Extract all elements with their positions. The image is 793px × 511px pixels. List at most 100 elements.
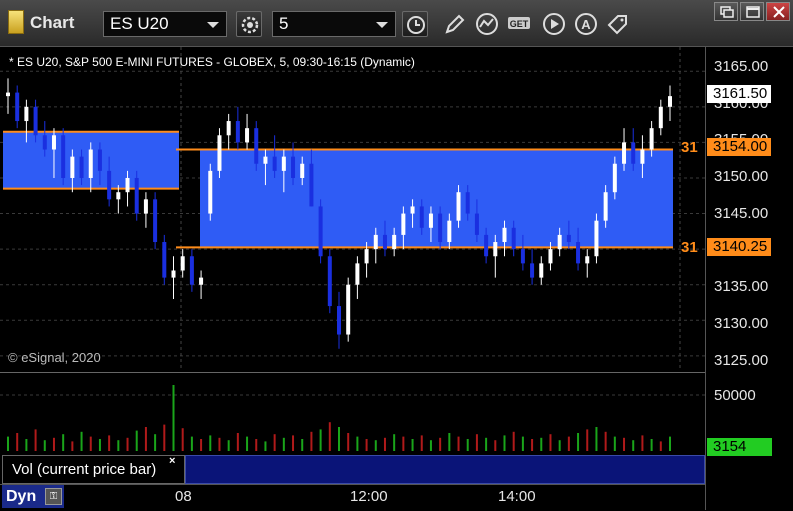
candle-body [548, 249, 553, 264]
lock-icon[interactable]: ⚿ [45, 488, 62, 505]
candle-body [235, 121, 240, 143]
interval-combo[interactable]: 5 [272, 11, 396, 37]
candle-body [245, 128, 250, 143]
candle-body [511, 227, 516, 250]
candle-body [502, 227, 507, 243]
candle-body [484, 234, 489, 257]
candle-body [668, 96, 672, 107]
candle-body [263, 156, 268, 164]
candle-body [42, 135, 47, 150]
candle-body [97, 149, 102, 171]
restore-icon[interactable] [714, 2, 738, 21]
candle-body [566, 234, 571, 243]
volume-study-label[interactable]: Vol (current price bar) [2, 455, 185, 484]
get-icon[interactable]: GET [506, 11, 532, 37]
candle-body [401, 213, 406, 235]
candle-body [557, 234, 562, 250]
volume-study-strip [185, 455, 705, 484]
close-icon[interactable] [766, 2, 790, 21]
candle-body [337, 306, 341, 335]
price-axis-tick: 3130.00 [714, 314, 769, 332]
candle-body [622, 142, 627, 164]
chevron-down-icon[interactable] [207, 22, 219, 28]
candle-body [153, 199, 158, 243]
candle-body [125, 177, 130, 193]
candle-body [51, 135, 56, 150]
candle-body [24, 106, 29, 122]
chart-header: * ES U20, S&P 500 E-MINI FUTURES - GLOBE… [9, 55, 415, 69]
candle-body [585, 256, 590, 264]
candle-body [419, 206, 424, 228]
candle-body [134, 177, 139, 214]
price-chart-canvas [0, 47, 705, 371]
level-high-label: 31 [681, 139, 698, 156]
close-study-icon[interactable]: × [169, 455, 175, 467]
candle-body [217, 135, 222, 171]
level-high-box: 3154.00 [707, 138, 771, 156]
study-icon[interactable] [474, 11, 500, 37]
price-axis-tick: 3165.00 [714, 58, 769, 75]
pencil-icon[interactable] [441, 11, 467, 37]
candle-body [6, 92, 10, 97]
maximize-icon[interactable] [740, 2, 764, 21]
candle-body [300, 163, 305, 178]
alert-icon[interactable]: A [573, 11, 599, 37]
volume-panel[interactable] [0, 372, 705, 456]
svg-text:GET: GET [510, 19, 529, 29]
candle-body [116, 192, 121, 200]
price-axis-tick: 3150.00 [714, 168, 769, 186]
candle-body [143, 199, 148, 214]
candle-body [327, 256, 332, 307]
candle-body [79, 156, 84, 178]
price-chart[interactable] [0, 47, 705, 371]
candle-body [70, 156, 75, 178]
current-price-box: 3161.50 [707, 85, 771, 103]
candle-body [658, 106, 663, 129]
candle-body [410, 206, 415, 214]
candle-body [309, 163, 314, 207]
current-zone [200, 149, 673, 248]
candle-body [33, 106, 38, 136]
volume-canvas [0, 385, 705, 451]
play-icon[interactable] [541, 11, 567, 37]
candle-body [346, 284, 351, 335]
price-axis-tick: 3145.00 [714, 204, 769, 222]
level-low-box: 3140.25 [707, 238, 771, 256]
candle-body [15, 92, 20, 122]
chevron-down-icon[interactable] [376, 22, 388, 28]
candle-body [373, 234, 378, 250]
volume-axis-tick: 50000 [714, 387, 756, 404]
candle-body [465, 192, 470, 214]
candle-body [208, 170, 213, 214]
candle-body [107, 170, 112, 200]
interval-value: 5 [279, 14, 289, 33]
candle-body [456, 192, 461, 221]
volume-current-box: 3154 [707, 438, 772, 456]
candle-body [438, 213, 443, 243]
candle-body [428, 213, 433, 228]
candle-body [162, 242, 167, 278]
candle-body [631, 142, 636, 164]
candle-body [355, 263, 360, 285]
candle-body [576, 242, 581, 264]
candle-body [318, 206, 323, 257]
candle-body [539, 263, 544, 278]
candle-body [199, 277, 204, 285]
symbol-value: ES U20 [110, 14, 169, 33]
gear-icon[interactable] [236, 11, 262, 37]
symbol-combo[interactable]: ES U20 [103, 11, 227, 37]
price-axis-tick: 3125.00 [714, 351, 769, 369]
svg-text:A: A [581, 17, 591, 32]
time-label: 12:00 [350, 488, 388, 505]
candle-body [520, 249, 525, 264]
clock-icon[interactable] [402, 11, 428, 37]
title-bar: Chart ES U20 5 GET A [0, 0, 793, 47]
candle-body [382, 234, 387, 250]
candle-body [171, 270, 176, 278]
candle-body [88, 149, 93, 178]
tag-icon[interactable] [605, 11, 631, 37]
candle-body [640, 149, 645, 164]
candle-body [226, 121, 231, 136]
candle-body [493, 242, 498, 257]
level-low-label: 31 [681, 239, 698, 256]
